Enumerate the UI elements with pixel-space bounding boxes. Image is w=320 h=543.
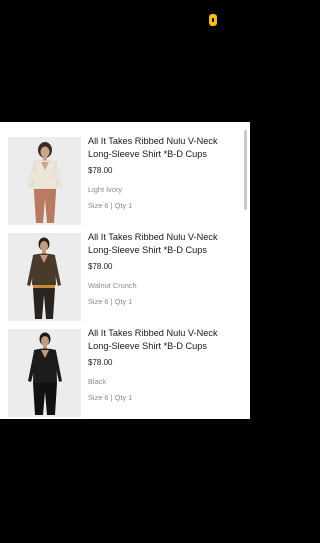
list-item[interactable]: All It Takes Ribbed Nulu V-Neck Long-Sle… <box>0 122 250 225</box>
model-figure-icon <box>8 329 81 417</box>
product-color: Walnut Crunch <box>88 281 137 290</box>
list-item[interactable]: All It Takes Ribbed Nulu V-Neck Long-Sle… <box>0 314 250 417</box>
item-details: All It Takes Ribbed Nulu V-Neck Long-Sle… <box>88 135 238 210</box>
product-price: $78.00 <box>88 262 113 271</box>
product-title[interactable]: All It Takes Ribbed Nulu V-Neck Long-Sle… <box>88 231 238 257</box>
product-image[interactable] <box>8 329 81 417</box>
item-details: All It Takes Ribbed Nulu V-Neck Long-Sle… <box>88 231 238 306</box>
item-details: All It Takes Ribbed Nulu V-Neck Long-Sle… <box>88 327 238 402</box>
product-price: $78.00 <box>88 166 113 175</box>
size-qty: Size 6 | Qty 1 <box>88 201 133 210</box>
product-color: Light Ivory <box>88 185 123 194</box>
product-title[interactable]: All It Takes Ribbed Nulu V-Neck Long-Sle… <box>88 327 238 353</box>
product-image[interactable] <box>8 233 81 321</box>
top-dark-area <box>0 0 250 122</box>
product-image[interactable] <box>8 137 81 225</box>
size-qty: Size 6 | Qty 1 <box>88 393 133 402</box>
order-items-panel: All It Takes Ribbed Nulu V-Neck Long-Sle… <box>0 122 250 419</box>
size-qty: Size 6 | Qty 1 <box>88 297 133 306</box>
product-color: Black <box>88 377 107 386</box>
product-price: $78.00 <box>88 358 113 367</box>
product-title[interactable]: All It Takes Ribbed Nulu V-Neck Long-Sle… <box>88 135 238 161</box>
list-item[interactable]: All It Takes Ribbed Nulu V-Neck Long-Sle… <box>0 218 250 321</box>
bottom-dark-area <box>0 419 250 543</box>
model-figure-icon <box>8 233 81 321</box>
model-figure-icon <box>8 137 81 225</box>
status-indicator-icon <box>209 14 217 26</box>
